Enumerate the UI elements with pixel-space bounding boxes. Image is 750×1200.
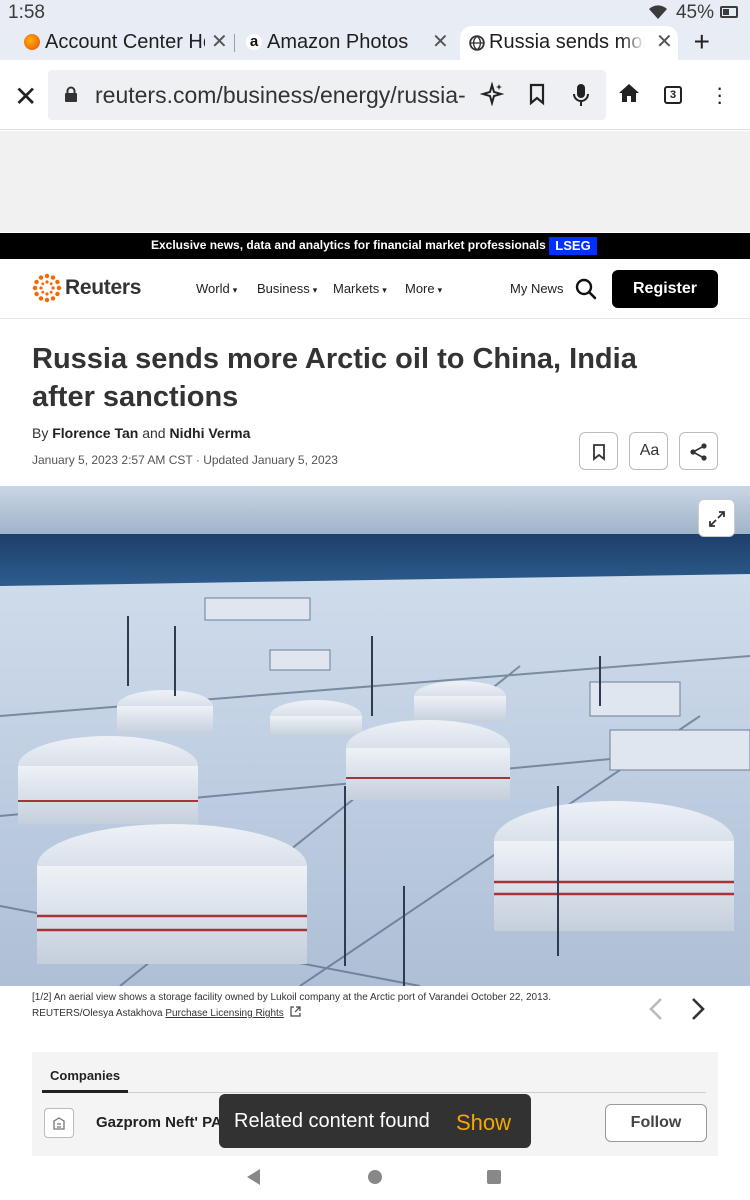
status-bar: 1:58 45% (0, 0, 750, 26)
promo-text: Exclusive news, data and analytics for f… (151, 238, 546, 252)
back-icon[interactable] (247, 1169, 260, 1185)
licensing-link[interactable]: Purchase Licensing Rights (165, 1008, 283, 1019)
microphone-icon[interactable] (572, 82, 590, 108)
nav-label: World (196, 281, 230, 296)
ad-placeholder (0, 131, 750, 232)
company-icon (44, 1108, 74, 1138)
chevron-down-icon: ▾ (312, 285, 318, 295)
tab-title: Russia sends more (489, 31, 645, 53)
amazon-icon: a (246, 34, 262, 50)
company-name[interactable]: Gazprom Neft' PA (96, 1114, 222, 1131)
nav-item-business[interactable]: Business ▾ (257, 281, 317, 296)
nav-label: Business (257, 281, 310, 296)
article-date: January 5, 2023 2:57 AM CST · Updated Ja… (32, 453, 338, 467)
close-tab-icon[interactable]: ✕ (656, 29, 673, 54)
system-navigation-bar (0, 1156, 750, 1200)
browser-tab-strip: Account Center Ho ✕ a Amazon Photos ✕ Ru… (0, 26, 750, 60)
bookmark-icon (593, 444, 605, 461)
tab-divider (234, 34, 235, 52)
tab-title: Account Center Ho (45, 31, 205, 53)
more-options-icon[interactable]: · · · (716, 77, 723, 113)
close-tab-icon[interactable]: ✕ (432, 29, 449, 54)
new-tab-icon[interactable]: + (694, 26, 710, 58)
close-page-icon[interactable]: ✕ (14, 80, 37, 113)
photo-credit: REUTERS/Olesya Astakhova (32, 1008, 163, 1019)
tab-switcher-button[interactable]: 3 (664, 86, 682, 104)
expand-icon (709, 511, 725, 527)
previous-photo-icon[interactable] (648, 996, 664, 1022)
battery-percent: 45% (675, 2, 714, 23)
chevron-down-icon: ▾ (437, 285, 443, 295)
sparkle-icon[interactable] (480, 82, 504, 106)
building-icon (53, 1117, 65, 1130)
wifi-icon (649, 5, 667, 19)
external-link-icon[interactable] (289, 1006, 301, 1017)
font-size-button[interactable]: Aa (629, 432, 668, 470)
follow-button[interactable]: Follow (605, 1104, 707, 1142)
home-icon[interactable] (618, 82, 640, 104)
browser-toolbar: ✕ reuters.com/business/energy/russia- 3 … (0, 60, 750, 130)
reuters-logo-icon[interactable] (32, 273, 62, 303)
bookmark-icon[interactable] (528, 82, 546, 106)
my-news-link[interactable]: My News (510, 281, 563, 296)
article-byline: By Florence Tan and Nidhi Verma (32, 425, 250, 441)
firefox-icon (24, 34, 40, 50)
divider (42, 1092, 706, 1093)
chevron-down-icon: ▾ (382, 285, 387, 295)
author-link[interactable]: Florence Tan (52, 425, 138, 441)
register-button[interactable]: Register (612, 270, 718, 308)
chevron-down-icon: ▾ (232, 285, 238, 295)
browser-tab-russia-oil[interactable]: Russia sends more ✕ (460, 26, 678, 60)
tab-companies[interactable]: Companies (50, 1068, 120, 1083)
next-photo-icon[interactable] (690, 996, 706, 1022)
globe-icon (469, 35, 485, 51)
nav-item-markets[interactable]: Markets ▾ (333, 281, 387, 296)
font-size-label: Aa (639, 442, 660, 459)
nav-item-more[interactable]: More ▾ (405, 281, 442, 296)
nav-item-world[interactable]: World ▾ (196, 281, 237, 296)
site-header: Reuters World ▾ Business ▾ Markets ▾ More ▾ … (0, 259, 750, 319)
photo-counter: [1/2] (32, 992, 52, 1003)
byline-prefix: By (32, 425, 49, 441)
search-icon[interactable] (575, 278, 597, 300)
browser-tab-account-center[interactable]: Account Center Ho ✕ (0, 26, 232, 60)
clock: 1:58 (8, 2, 45, 23)
promo-banner[interactable]: Exclusive news, data and analytics for f… (0, 233, 750, 259)
caption-text: An aerial view shows a storage facility … (53, 992, 552, 1003)
lseg-badge: LSEG (549, 237, 597, 255)
snackbar-show-button[interactable]: Show (456, 1110, 511, 1136)
share-icon (690, 443, 707, 461)
save-article-button[interactable] (579, 432, 618, 470)
active-tab-underline (42, 1090, 128, 1093)
home-circle-icon[interactable] (368, 1170, 382, 1184)
photo-caption: [1/2] An aerial view shows a storage fac… (32, 990, 632, 1022)
snackbar-message: Related content found (234, 1110, 430, 1132)
snackbar: Related content found Show (219, 1094, 531, 1148)
recents-icon[interactable] (487, 1170, 501, 1184)
url-text[interactable]: reuters.com/business/energy/russia- (95, 82, 475, 109)
share-button[interactable] (679, 432, 718, 470)
reuters-wordmark[interactable]: Reuters (65, 276, 141, 300)
address-bar[interactable]: reuters.com/business/energy/russia- (48, 70, 606, 120)
tab-title: Amazon Photos (267, 31, 409, 53)
article-hero-image[interactable] (0, 486, 750, 986)
close-tab-icon[interactable]: ✕ (211, 29, 228, 54)
author-link[interactable]: Nidhi Verma (169, 425, 250, 441)
article-headline: Russia sends more Arctic oil to China, I… (32, 343, 637, 413)
nav-label: More (405, 281, 435, 296)
lock-icon (65, 86, 77, 102)
battery-icon (720, 6, 738, 18)
expand-image-button[interactable] (698, 499, 735, 537)
browser-tab-amazon-photos[interactable]: a Amazon Photos ✕ (240, 26, 454, 60)
nav-label: Markets (333, 281, 380, 296)
byline-conjunction: and (142, 425, 166, 441)
